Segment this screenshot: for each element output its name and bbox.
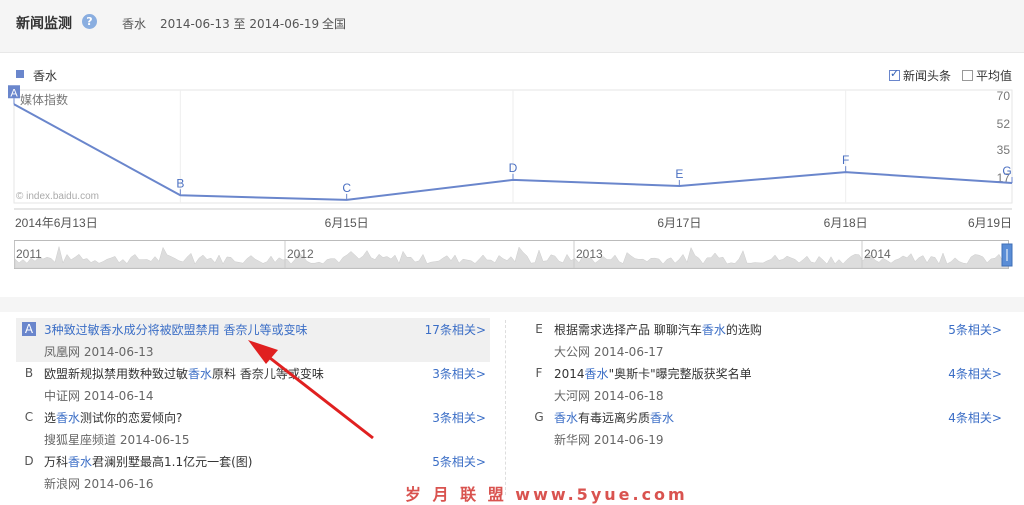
average-label[interactable]: 平均值 — [976, 67, 1012, 84]
news-marker-letter: F — [535, 366, 543, 380]
x-tick-label: 6月17日 — [657, 216, 701, 230]
keyword-highlight: 香水 — [554, 411, 579, 425]
title-text: 欧盟新规拟禁用数种致过敏 — [44, 367, 189, 381]
data-marker-label[interactable]: B — [176, 176, 184, 190]
related-count-link[interactable]: 4条相关> — [948, 409, 1002, 426]
title-text: 有毒远离劣质 — [578, 411, 651, 425]
data-marker-label[interactable]: C — [342, 181, 351, 195]
red-arrow-annotation — [248, 340, 374, 440]
arrow-shaft — [269, 356, 374, 440]
chart-axes: 2014年6月13日 6月15日 6月17日 6月18日 6月19日 — [14, 208, 1012, 230]
data-marker-label[interactable]: A — [10, 87, 18, 99]
title-text: 君澜别墅最高1.1亿元一套(图) — [92, 455, 253, 469]
chart-watermark: © index.baidu.com — [16, 191, 99, 202]
x-tick-label: 2014年6月13日 — [15, 216, 98, 230]
news-marker-letter: D — [24, 454, 34, 468]
keyword-highlight: 香水 — [68, 455, 93, 469]
y-tick-label: 35 — [997, 143, 1011, 157]
x-tick-label: 6月18日 — [824, 216, 868, 230]
news-source-date: 中证网 2014-06-14 — [44, 389, 154, 403]
news-title-link[interactable]: 选香水测试你的恋爱倾向? — [44, 409, 182, 426]
region-label: 全国 — [322, 17, 347, 31]
related-count-link[interactable]: 3条相关> — [432, 409, 486, 426]
navigator-year-label: 2012 — [287, 247, 314, 261]
keyword-highlight: 香水 — [584, 367, 609, 381]
data-marker-label[interactable]: E — [675, 167, 683, 181]
y-axis-label: 媒体指数 — [20, 92, 68, 107]
navigator-year-label: 2011 — [16, 247, 42, 261]
navigator-year-label: 2014 — [864, 247, 891, 261]
data-marker-label[interactable]: D — [509, 161, 518, 175]
keyword-highlight: 香水 — [56, 411, 81, 425]
time-navigator[interactable]: 2011 2012 2013 2014 — [14, 240, 1014, 270]
keyword-highlight: 香水 — [701, 323, 726, 337]
news-source-date: 大公网 2014-06-17 — [554, 345, 664, 359]
line-chart: 70523517 2014年6月13日 6月15日 6月17日 6月18日 6月19日 … — [8, 85, 1013, 230]
page-header: 新闻监测 ? 香水 2014-06-13 至 2014-06-19 全国 — [0, 0, 1024, 53]
title-text: 测试你的恋爱倾向? — [80, 411, 183, 425]
news-title-link[interactable]: 根据需求选择产品 聊聊汽车香水的选购 — [554, 321, 762, 338]
keyword-label: 香水 — [122, 17, 147, 31]
title-text: 的选购 — [725, 323, 762, 337]
title-text: 根据需求选择产品 聊聊汽车 — [554, 323, 702, 337]
average-checkbox[interactable] — [962, 70, 973, 81]
news-marker-letter: E — [535, 322, 543, 336]
news-item[interactable]: F 2014香水"奥斯卡"曝完整版获奖名单 大河网 2014-06-18 4条相关> — [526, 362, 1008, 406]
news-source-date: 大河网 2014-06-18 — [554, 389, 664, 403]
related-count-link[interactable]: 5条相关> — [432, 453, 486, 470]
news-source-date: 凤凰网 2014-06-13 — [44, 345, 154, 359]
x-tick-label: 6月19日 — [968, 216, 1012, 230]
related-count-link[interactable]: 3条相关> — [432, 365, 486, 382]
title-text: "奥斯卡"曝完整版获奖名单 — [608, 367, 752, 381]
news-headlines-checkbox[interactable] — [889, 67, 900, 81]
related-count-link[interactable]: 17条相关> — [425, 321, 486, 338]
page-title: 新闻监测 — [16, 16, 72, 32]
news-headlines-label[interactable]: 新闻头条 — [903, 67, 951, 84]
news-title-link[interactable]: 香水有毒远离劣质香水 — [554, 409, 674, 426]
news-title-link[interactable]: 2014香水"奥斯卡"曝完整版获奖名单 — [554, 365, 752, 382]
y-tick-label: 52 — [997, 117, 1011, 131]
news-source-date: 新浪网 2014-06-16 — [44, 477, 154, 491]
series-layer: A B C D E F G — [8, 85, 1013, 201]
y-tick-label: 70 — [997, 89, 1011, 103]
title-text: 选 — [44, 411, 57, 425]
news-source-date: 搜狐星座频道 2014-06-15 — [44, 433, 190, 447]
date-range-label: 2014-06-13 至 2014-06-19 — [160, 17, 320, 31]
legend-label: 香水 — [33, 69, 58, 83]
news-item[interactable]: G 香水有毒远离劣质香水 新华网 2014-06-19 4条相关> — [526, 406, 1008, 450]
question-icon[interactable]: ? — [82, 14, 97, 29]
related-count-link[interactable]: 5条相关> — [948, 321, 1002, 338]
news-title-link[interactable]: 万科香水君澜别墅最高1.1亿元一套(图) — [44, 453, 252, 470]
keyword-highlight: 香水 — [188, 367, 213, 381]
data-marker-label[interactable]: G — [1002, 164, 1011, 178]
news-source-date: 新华网 2014-06-19 — [554, 433, 664, 447]
related-count-link[interactable]: 4条相关> — [948, 365, 1002, 382]
data-marker-label[interactable]: F — [842, 153, 849, 167]
section-divider — [0, 297, 1024, 312]
column-divider — [505, 320, 506, 495]
navigator-year-label: 2013 — [576, 247, 603, 261]
news-marker-letter: G — [534, 410, 544, 424]
news-marker-letter: C — [24, 410, 34, 424]
title-text: 万科 — [44, 455, 69, 469]
news-item[interactable]: E 根据需求选择产品 聊聊汽车香水的选购 大公网 2014-06-17 5条相关> — [526, 318, 1008, 362]
x-tick-label: 6月15日 — [325, 216, 369, 230]
title-text: 2014 — [554, 367, 585, 381]
news-marker-letter: B — [24, 366, 34, 380]
site-watermark: 岁 月 联 盟 www.5yue.com — [405, 485, 688, 504]
news-marker-letter: A — [22, 322, 36, 336]
legend-swatch — [16, 70, 24, 78]
keyword-highlight: 香水 — [650, 411, 675, 425]
